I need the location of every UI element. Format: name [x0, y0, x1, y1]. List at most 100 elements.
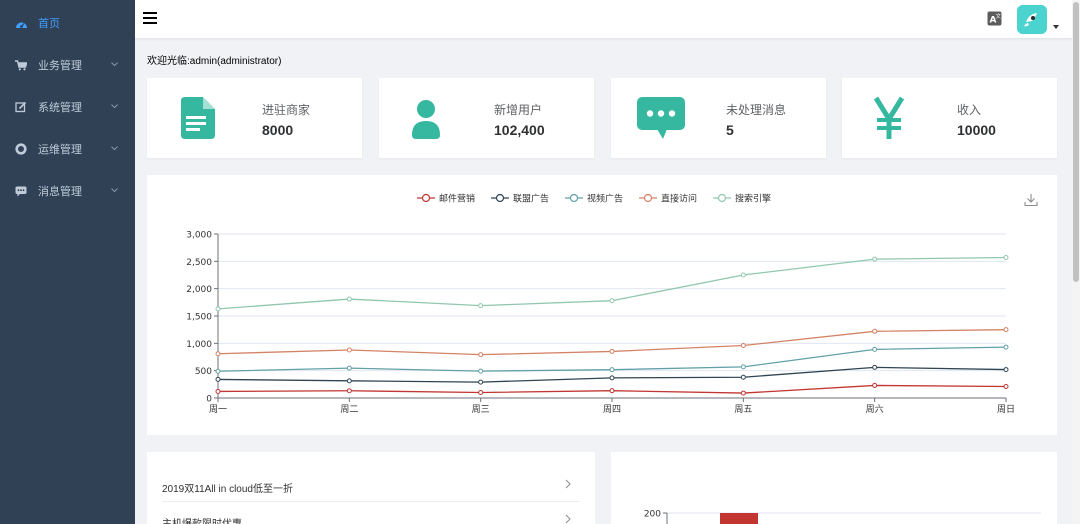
stat-card-income[interactable]: 收入 10000	[842, 78, 1057, 158]
data-point	[609, 388, 615, 394]
data-point	[872, 328, 878, 334]
legend-item: 联盟广告	[491, 193, 549, 205]
data-point	[215, 306, 221, 312]
y-tick-label: 2,500	[186, 258, 212, 268]
svg-text:文: 文	[996, 12, 1002, 20]
data-point	[215, 376, 221, 382]
stat-title: 新增用户	[494, 103, 543, 117]
chevron-down-icon	[111, 104, 118, 109]
stat-card-new-users[interactable]: 新增用户 102,400	[379, 78, 594, 158]
legend-marker	[643, 193, 653, 203]
sidebar-item-label: 运维管理	[38, 143, 82, 156]
stat-title: 进驻商家	[262, 103, 311, 117]
x-tick-label: 周六	[866, 403, 884, 415]
chat-icon	[14, 184, 28, 198]
sidebar-item-label: 首页	[38, 17, 60, 30]
document-icon	[181, 97, 215, 139]
data-point	[1003, 327, 1009, 333]
sidebar-item-ops[interactable]: 运维管理	[0, 128, 135, 170]
data-point	[609, 348, 615, 354]
data-point	[478, 389, 484, 395]
data-point	[740, 272, 746, 278]
stat-value: 10000	[957, 122, 996, 138]
x-tick-label: 周三	[472, 404, 490, 415]
data-point	[478, 303, 484, 309]
bar-chart: 200	[644, 510, 1041, 524]
translate-icon[interactable]: A 文	[987, 11, 1002, 26]
stat-card-merchants[interactable]: 进驻商家 8000	[147, 78, 362, 158]
list-item[interactable]: 2019双11All in cloud低至一折	[162, 468, 580, 502]
news-list-panel: 2019双11All in cloud低至一折 主机爆款限时优惠	[147, 452, 595, 524]
sidebar-item-home[interactable]: 首页	[0, 2, 135, 44]
line-chart: 0 500 1,000 1,500 2,000 2,500 3,000 周一 周二 周三 周四 周五 周…	[186, 193, 1015, 416]
chevron-right-icon	[565, 479, 571, 489]
x-tick-label: 周五	[734, 404, 752, 415]
data-point	[215, 388, 221, 394]
legend-marker	[717, 193, 727, 203]
data-point	[1003, 367, 1009, 373]
sidebar-item-label: 业务管理	[38, 59, 82, 72]
user-icon	[412, 100, 440, 139]
data-point	[478, 352, 484, 358]
legend-label: 直接访问	[661, 193, 697, 205]
y-tick-label: 1,500	[186, 313, 212, 323]
chevron-down-icon	[111, 62, 118, 67]
data-point	[215, 368, 221, 374]
legend-item: 视频广告	[565, 193, 623, 205]
message-icon	[637, 97, 685, 139]
data-point	[609, 298, 615, 304]
line-chart-panel: 0 500 1,000 1,500 2,000 2,500 3,000 周一 周二 周三 周四 周五 周…	[147, 175, 1057, 435]
hamburger-icon[interactable]	[143, 12, 157, 24]
data-point	[478, 368, 484, 374]
data-point	[740, 343, 746, 349]
chevron-down-icon	[111, 188, 118, 193]
data-point	[609, 367, 615, 373]
y-tick-label: 200	[644, 510, 661, 520]
legend-label: 搜索引擎	[735, 193, 771, 205]
data-point	[740, 364, 746, 370]
dashboard-icon	[14, 16, 28, 30]
legend-label: 联盟广告	[513, 193, 549, 205]
y-tick-label: 500	[195, 367, 212, 377]
data-point	[478, 379, 484, 385]
avatar[interactable]	[1017, 5, 1047, 34]
sidebar-item-label: 系统管理	[38, 101, 82, 114]
y-tick-label: 3,000	[186, 231, 212, 241]
data-point	[872, 364, 878, 370]
data-point	[740, 390, 746, 396]
data-point	[346, 347, 352, 353]
data-point	[872, 382, 878, 388]
legend-label: 视频广告	[587, 193, 623, 205]
legend-item: 直接访问	[639, 193, 697, 205]
sidebar-item-business[interactable]: 业务管理	[0, 44, 135, 86]
sidebar-item-messages[interactable]: 消息管理	[0, 170, 135, 212]
caret-down-icon[interactable]	[1053, 25, 1059, 29]
chevron-down-icon	[111, 146, 118, 151]
legend-marker	[495, 193, 505, 203]
x-tick-label: 周一	[209, 404, 227, 415]
list-item[interactable]: 主机爆款限时优惠	[162, 503, 580, 524]
chevron-right-icon	[565, 514, 571, 524]
download-icon[interactable]	[1024, 193, 1038, 207]
y-tick-label: 1,000	[186, 340, 212, 350]
sidebar-item-system[interactable]: 系统管理	[0, 86, 135, 128]
data-point	[872, 346, 878, 352]
list-item-text: 主机爆款限时优惠	[162, 515, 242, 524]
stat-title: 收入	[957, 103, 982, 117]
data-point	[215, 351, 221, 357]
legend-label: 邮件营销	[439, 193, 475, 205]
list-item-text: 2019双11All in cloud低至一折	[162, 484, 293, 495]
data-point	[1003, 384, 1009, 390]
scrollbar-thumb[interactable]	[1073, 2, 1079, 282]
bar-chart-panel: 200	[611, 452, 1057, 524]
data-point	[872, 256, 878, 262]
x-tick-label: 周四	[603, 404, 621, 415]
shopping-cart-icon	[14, 58, 28, 72]
legend-marker	[569, 193, 579, 203]
stat-card-unread-messages[interactable]: 未处理消息 5	[611, 78, 826, 158]
stat-value: 8000	[262, 122, 294, 138]
data-point	[1003, 344, 1009, 350]
stat-value: 5	[726, 122, 734, 138]
data-point	[1003, 255, 1009, 261]
sidebar-item-label: 消息管理	[38, 185, 82, 198]
